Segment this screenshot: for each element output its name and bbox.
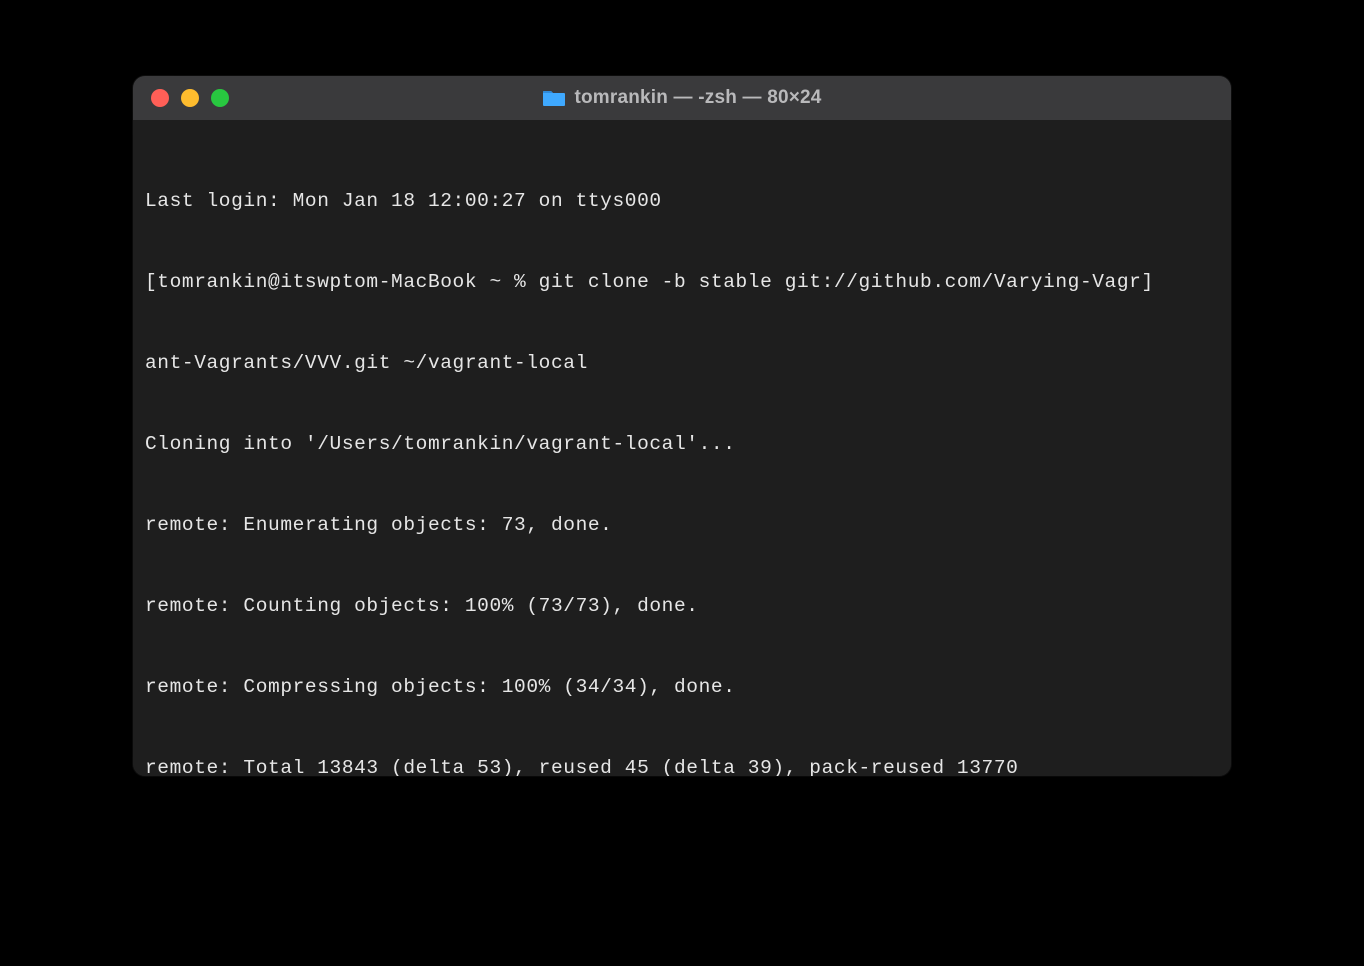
traffic-lights [151, 89, 229, 107]
terminal-line: remote: Counting objects: 100% (73/73), … [145, 593, 1219, 620]
minimize-button[interactable] [181, 89, 199, 107]
close-button[interactable] [151, 89, 169, 107]
folder-icon [542, 88, 566, 108]
terminal-window: tomrankin — -zsh — 80×24 Last login: Mon… [133, 76, 1231, 776]
terminal-line: [tomrankin@itswptom-MacBook ~ % git clon… [145, 269, 1219, 296]
terminal-line: Last login: Mon Jan 18 12:00:27 on ttys0… [145, 188, 1219, 215]
terminal-body[interactable]: Last login: Mon Jan 18 12:00:27 on ttys0… [133, 120, 1231, 776]
terminal-line: remote: Total 13843 (delta 53), reused 4… [145, 755, 1219, 776]
terminal-line: remote: Compressing objects: 100% (34/34… [145, 674, 1219, 701]
maximize-button[interactable] [211, 89, 229, 107]
window-titlebar[interactable]: tomrankin — -zsh — 80×24 [133, 76, 1231, 120]
window-title: tomrankin — -zsh — 80×24 [574, 87, 821, 109]
terminal-line: remote: Enumerating objects: 73, done. [145, 512, 1219, 539]
terminal-line: Cloning into '/Users/tomrankin/vagrant-l… [145, 431, 1219, 458]
window-title-wrap: tomrankin — -zsh — 80×24 [133, 87, 1231, 109]
terminal-line: ant-Vagrants/VVV.git ~/vagrant-local [145, 350, 1219, 377]
